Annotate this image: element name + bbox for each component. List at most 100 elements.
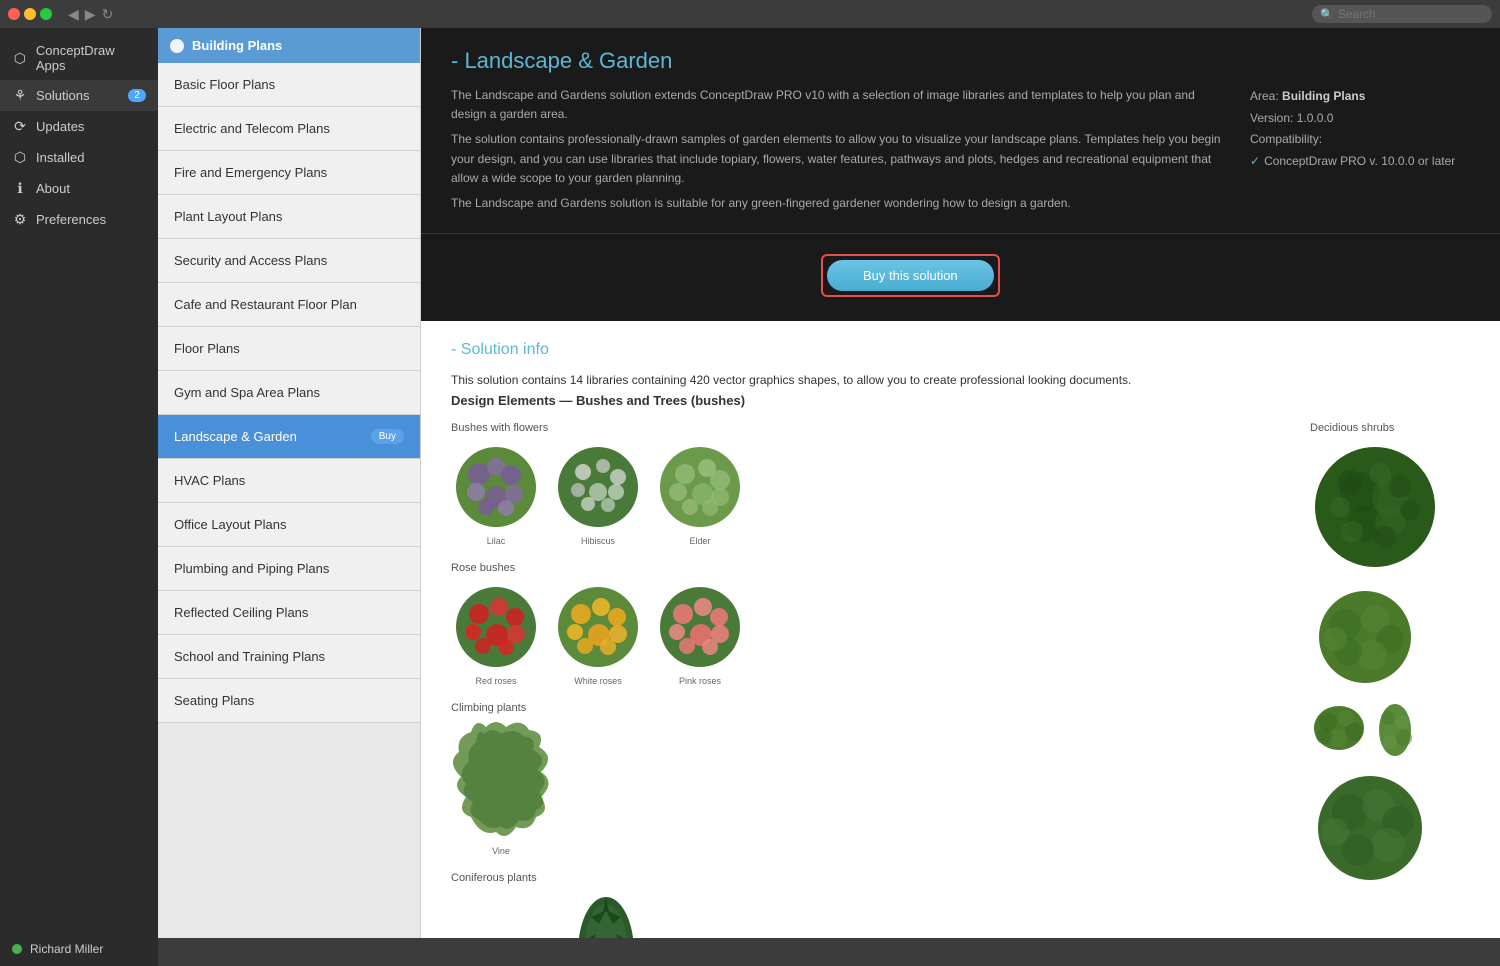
titlebar: ◀ ▶ ↻ 🔍 bbox=[0, 0, 1500, 28]
meta-area: Area: Building Plans bbox=[1250, 86, 1470, 108]
checkmark-icon: ✓ bbox=[1250, 151, 1260, 173]
deciduous-shrub-4 bbox=[1310, 770, 1470, 888]
sidebar-installed-label: Installed bbox=[36, 150, 84, 165]
refresh-button[interactable]: ↻ bbox=[102, 6, 114, 23]
panel-item-hvac[interactable]: HVAC Plans bbox=[158, 459, 420, 503]
rose-bushes-row: Red roses bbox=[451, 582, 1310, 686]
panel-item-basic-floor[interactable]: Basic Floor Plans bbox=[158, 63, 420, 107]
panel-item-floor-plans[interactable]: Floor Plans bbox=[158, 327, 420, 371]
panel-item-seating[interactable]: Seating Plans bbox=[158, 679, 420, 723]
search-bar[interactable]: 🔍 bbox=[1312, 5, 1492, 23]
sidebar-item-installed[interactable]: ⬡ Installed bbox=[0, 142, 158, 173]
sidebar-item-solutions[interactable]: ⚘ Solutions 2 bbox=[0, 80, 158, 111]
meta-version: Version: 1.0.0.0 bbox=[1250, 108, 1470, 130]
coniferous-plants-label: Coniferous plants bbox=[451, 872, 1310, 884]
deciduous-shrubs-label: Decidious shrubs bbox=[1310, 422, 1470, 434]
red-roses-svg bbox=[451, 582, 541, 672]
panel-item-plant-layout[interactable]: Plant Layout Plans bbox=[158, 195, 420, 239]
climbing-row: Vine bbox=[451, 722, 1310, 856]
rose-bushes-category: Rose bushes bbox=[451, 562, 1310, 686]
minimize-button[interactable] bbox=[24, 8, 36, 20]
panel-item-label: Basic Floor Plans bbox=[174, 77, 275, 92]
coniferous-row: Cypress bbox=[451, 892, 1310, 938]
plant-vine: Vine bbox=[451, 722, 551, 856]
panel-item-label: Seating Plans bbox=[174, 693, 254, 708]
panel-item-label: Security and Access Plans bbox=[174, 253, 327, 268]
panel-item-gym[interactable]: Gym and Spa Area Plans bbox=[158, 371, 420, 415]
sidebar-item-apps[interactable]: ⬡ ConceptDraw Apps bbox=[0, 36, 158, 80]
close-button[interactable] bbox=[8, 8, 20, 20]
elder-label: Elder bbox=[689, 536, 710, 546]
sidebar-item-updates[interactable]: ⟳ Updates bbox=[0, 111, 158, 142]
panel-item-office[interactable]: Office Layout Plans bbox=[158, 503, 420, 547]
red-roses-label: Red roses bbox=[475, 676, 516, 686]
forward-button[interactable]: ▶ bbox=[85, 6, 96, 23]
sidebar-solutions-label: Solutions bbox=[36, 88, 89, 103]
panel-item-label: School and Training Plans bbox=[174, 649, 325, 664]
solution-info-title: - Solution info bbox=[451, 341, 1470, 359]
deciduous-shrub-svg-4 bbox=[1376, 700, 1414, 760]
bushes-flowers-label: Bushes with flowers bbox=[451, 422, 1310, 434]
deciduous-shrub-svg-2 bbox=[1310, 587, 1420, 687]
buy-section: Buy this solution bbox=[421, 234, 1500, 321]
solution-info-section: - Solution info This solution contains 1… bbox=[421, 321, 1500, 938]
solutions-badge: 2 bbox=[128, 89, 146, 102]
sidebar-updates-label: Updates bbox=[36, 119, 84, 134]
plant-cypress: Cypress bbox=[571, 892, 641, 938]
hibiscus-svg bbox=[553, 442, 643, 532]
sidebar-apps-label: ConceptDraw Apps bbox=[36, 43, 146, 73]
compat-value: ConceptDraw PRO v. 10.0.0 or later bbox=[1264, 151, 1455, 173]
solution-info-subtitle: Design Elements — Bushes and Trees (bush… bbox=[451, 393, 1470, 408]
white-roses-label: White roses bbox=[574, 676, 622, 686]
plants-right-column: Decidious shrubs bbox=[1310, 422, 1470, 938]
panel-item-label: Plumbing and Piping Plans bbox=[174, 561, 329, 576]
hibiscus-label: Hibiscus bbox=[581, 536, 615, 546]
cypress-svg bbox=[571, 892, 641, 938]
panel-item-school[interactable]: School and Training Plans bbox=[158, 635, 420, 679]
content-meta: Area: Building Plans Version: 1.0.0.0 Co… bbox=[1250, 86, 1470, 213]
area-value: Building Plans bbox=[1282, 89, 1365, 103]
deciduous-shrub-svg-5 bbox=[1310, 770, 1430, 885]
rose-bushes-label: Rose bushes bbox=[451, 562, 1310, 574]
panel-item-label: HVAC Plans bbox=[174, 473, 245, 488]
installed-icon: ⬡ bbox=[12, 149, 28, 166]
panel-item-landscape[interactable]: Landscape & Garden Buy bbox=[158, 415, 420, 459]
plant-white-roses: White roses bbox=[553, 582, 643, 686]
plant-lilac: Lilac bbox=[451, 442, 541, 546]
coniferous-plants-category: Coniferous plants bbox=[451, 872, 1310, 938]
panel-item-security[interactable]: Security and Access Plans bbox=[158, 239, 420, 283]
panel-item-label: Gym and Spa Area Plans bbox=[174, 385, 320, 400]
sidebar-about-label: About bbox=[36, 181, 70, 196]
sidebar-item-about[interactable]: ℹ About bbox=[0, 173, 158, 204]
version-value: 1.0.0.0 bbox=[1297, 111, 1334, 125]
panel-item-plumbing[interactable]: Plumbing and Piping Plans bbox=[158, 547, 420, 591]
back-button[interactable]: ◀ bbox=[68, 6, 79, 23]
plants-grid: Bushes with flowers bbox=[451, 422, 1470, 938]
desc-line-3: The Landscape and Gardens solution is su… bbox=[451, 194, 1230, 213]
lilac-svg bbox=[451, 442, 541, 532]
bushes-flowers-row: Lilac bbox=[451, 442, 1310, 546]
panel-item-electric[interactable]: Electric and Telecom Plans bbox=[158, 107, 420, 151]
updates-icon: ⟳ bbox=[12, 118, 28, 135]
meta-compat-label: Compatibility: bbox=[1250, 129, 1470, 151]
sidebar: ⬡ ConceptDraw Apps ⚘ Solutions 2 ⟳ Updat… bbox=[0, 28, 158, 966]
search-input[interactable] bbox=[1338, 7, 1484, 21]
about-icon: ℹ bbox=[12, 180, 28, 197]
main-content: - Landscape & Garden The Landscape and G… bbox=[421, 28, 1500, 938]
user-profile[interactable]: Richard Miller bbox=[0, 932, 158, 966]
panel-item-reflected[interactable]: Reflected Ceiling Plans bbox=[158, 591, 420, 635]
sidebar-prefs-label: Preferences bbox=[36, 212, 106, 227]
buy-badge: Buy bbox=[371, 429, 404, 444]
panel-item-label: Reflected Ceiling Plans bbox=[174, 605, 308, 620]
solutions-icon: ⚘ bbox=[12, 87, 28, 104]
buy-button-wrapper: Buy this solution bbox=[821, 254, 1000, 297]
deciduous-shrub-2 bbox=[1310, 587, 1470, 690]
maximize-button[interactable] bbox=[40, 8, 52, 20]
panel-item-fire[interactable]: Fire and Emergency Plans bbox=[158, 151, 420, 195]
panel-header-title: Building Plans bbox=[192, 38, 282, 53]
buy-this-solution-button[interactable]: Buy this solution bbox=[827, 260, 994, 291]
panel-item-cafe[interactable]: Cafe and Restaurant Floor Plan bbox=[158, 283, 420, 327]
sidebar-item-preferences[interactable]: ⚙ Preferences bbox=[0, 204, 158, 235]
meta-compat-value: ✓ ConceptDraw PRO v. 10.0.0 or later bbox=[1250, 151, 1470, 173]
area-label: Area: bbox=[1250, 89, 1279, 103]
